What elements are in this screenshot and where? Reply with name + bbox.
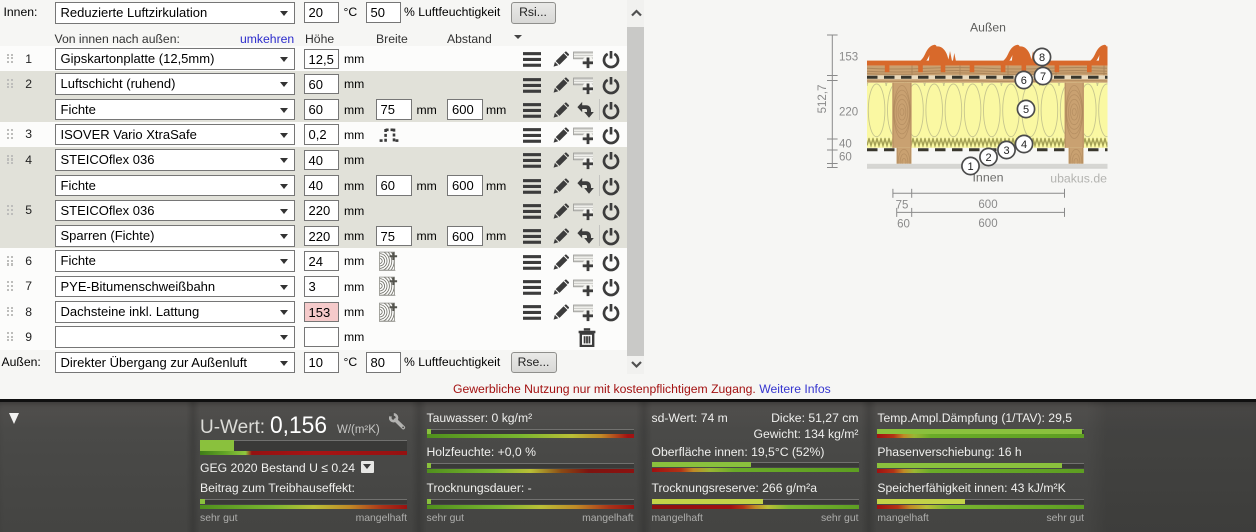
svg-text:Außen: Außen [970, 21, 1006, 35]
svg-text:5: 5 [1023, 104, 1029, 116]
svg-text:600: 600 [978, 199, 997, 211]
svg-text:600: 600 [978, 218, 997, 230]
svg-text:220: 220 [839, 107, 858, 119]
svg-text:ubakus.de: ubakus.de [1050, 172, 1107, 186]
svg-text:512,7: 512,7 [817, 85, 829, 114]
svg-text:1: 1 [967, 161, 973, 173]
svg-text:8: 8 [1039, 52, 1045, 64]
svg-text:7: 7 [1040, 71, 1046, 83]
svg-text:60: 60 [897, 219, 910, 231]
svg-text:153: 153 [839, 52, 858, 64]
svg-text:75: 75 [896, 200, 909, 212]
svg-text:4: 4 [1021, 139, 1027, 151]
svg-text:60: 60 [839, 152, 852, 164]
svg-text:2: 2 [985, 152, 991, 164]
svg-text:40: 40 [839, 139, 852, 151]
svg-text:6: 6 [1021, 75, 1027, 87]
svg-text:3: 3 [1003, 145, 1009, 157]
